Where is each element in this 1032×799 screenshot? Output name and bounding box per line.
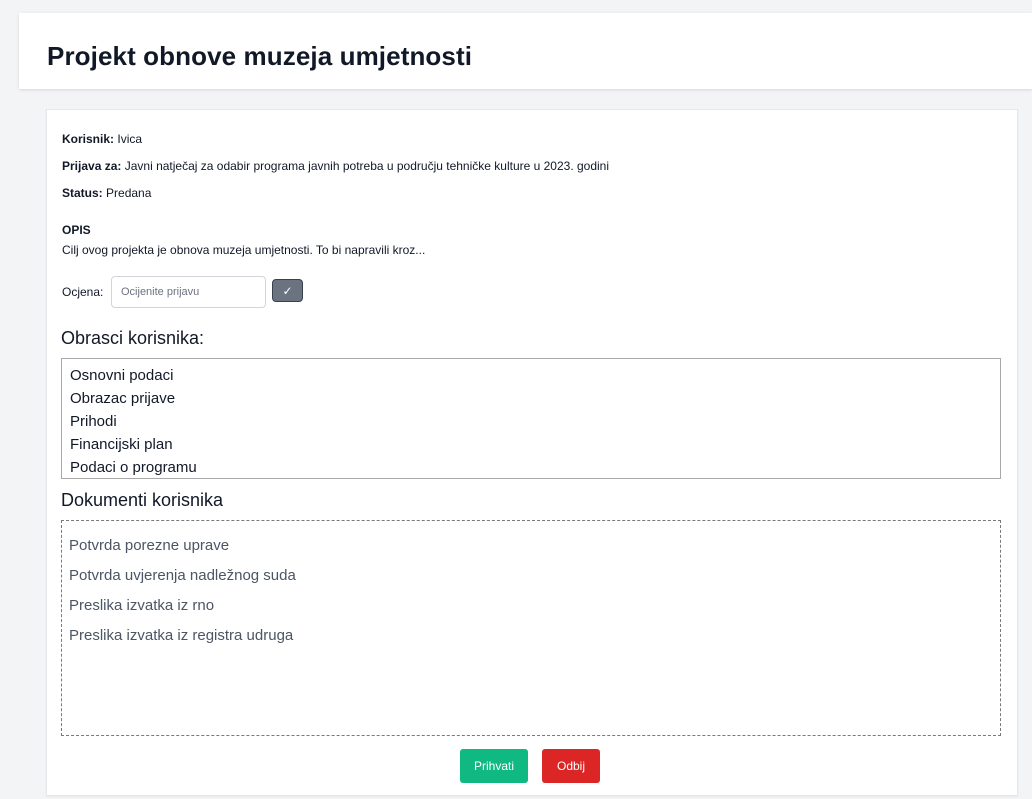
rating-input[interactable] (111, 276, 266, 308)
document-item[interactable]: Potvrda porezne uprave (69, 531, 993, 561)
rating-submit-button[interactable]: ✓ (272, 279, 303, 302)
form-item-podaci-o-programu[interactable]: Podaci o programu (70, 456, 992, 479)
accept-button[interactable]: Prihvati (460, 749, 528, 783)
user-row: Korisnik: Ivica (62, 132, 142, 146)
status-row: Status: Predana (62, 186, 151, 200)
documents-dropzone[interactable]: Potvrda porezne uprave Potvrda uvjerenja… (61, 520, 1001, 736)
page-title: Projekt obnove muzeja umjetnosti (47, 41, 473, 71)
forms-title: Obrasci korisnika: (61, 328, 205, 348)
document-item[interactable]: Preslika izvatka iz rno (69, 591, 993, 621)
form-item-financijski-plan[interactable]: Financijski plan (70, 433, 992, 456)
application-value: Javni natječaj za odabir programa javnih… (124, 159, 610, 173)
check-icon: ✓ (282, 283, 293, 298)
application-label: Prijava za: (62, 159, 122, 173)
forms-list: Osnovni podaci Obrazac prijave Prihodi F… (61, 358, 1001, 479)
application-card: Korisnik: Ivica Prijava za: Javni natječ… (46, 109, 1018, 796)
page-header: Projekt obnove muzeja umjetnosti (19, 13, 1032, 89)
status-value: Predana (106, 186, 152, 200)
form-item-obrazac-prijave[interactable]: Obrazac prijave (70, 387, 992, 410)
form-item-prihodi[interactable]: Prihodi (70, 410, 992, 433)
form-item-osnovni-podaci[interactable]: Osnovni podaci (70, 364, 992, 387)
document-item[interactable]: Potvrda uvjerenja nadležnog suda (69, 561, 993, 591)
application-row: Prijava za: Javni natječaj za odabir pro… (62, 159, 609, 173)
reject-button[interactable]: Odbij (542, 749, 600, 783)
document-item[interactable]: Preslika izvatka iz registra udruga (69, 621, 993, 651)
documents-title: Dokumenti korisnika (61, 490, 224, 510)
user-value: Ivica (117, 132, 143, 146)
user-label: Korisnik: (62, 132, 115, 146)
rating-label: Ocjena: (62, 285, 104, 299)
description-text: Cilj ovog projekta je obnova muzeja umje… (62, 243, 426, 257)
status-label: Status: (62, 186, 103, 200)
description-title: OPIS (62, 223, 91, 237)
